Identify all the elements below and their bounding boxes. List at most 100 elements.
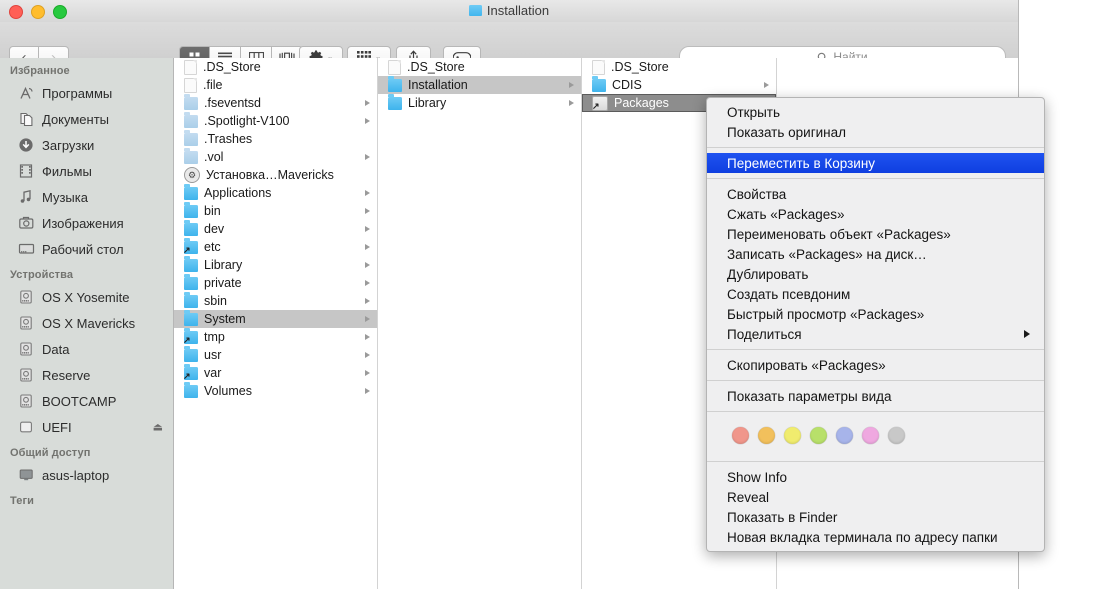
chevron-right-icon bbox=[365, 262, 370, 268]
tag-swatch-green[interactable] bbox=[810, 427, 827, 444]
list-item[interactable]: .Trashes bbox=[174, 130, 377, 148]
menu-item-new-terminal-tab[interactable]: Новая вкладка терминала по адресу папки bbox=[707, 527, 1044, 547]
document-icon bbox=[184, 59, 197, 75]
folder-icon bbox=[184, 220, 198, 236]
sidebar-item-os-x-yosemite[interactable]: OS X Yosemite bbox=[0, 284, 173, 310]
list-item-selected-installation[interactable]: Installation bbox=[378, 76, 581, 94]
menu-item-show-view-options[interactable]: Показать параметры вида bbox=[707, 386, 1044, 406]
column-system[interactable]: .DS_Store Installation Library bbox=[378, 58, 582, 589]
chevron-right-icon bbox=[365, 226, 370, 232]
folder-icon bbox=[184, 346, 198, 362]
menu-item-burn-to-disc[interactable]: Записать «Packages» на диск… bbox=[707, 244, 1044, 264]
sidebar-item-documents[interactable]: Документы bbox=[0, 106, 173, 132]
sidebar-item-pictures[interactable]: Изображения bbox=[0, 210, 173, 236]
sidebar-item-data[interactable]: Data bbox=[0, 336, 173, 362]
sidebar-item-label: Документы bbox=[42, 111, 110, 127]
sidebar-item-asus-laptop[interactable]: asus-laptop bbox=[0, 462, 173, 488]
menu-item-duplicate[interactable]: Дублировать bbox=[707, 264, 1044, 284]
list-item[interactable]: ↗ var bbox=[174, 364, 377, 382]
menu-item-label: Быстрый просмотр «Packages» bbox=[727, 306, 925, 322]
list-item-selected-system[interactable]: System bbox=[174, 310, 377, 328]
sidebar-item-applications[interactable]: Программы bbox=[0, 80, 173, 106]
tag-swatch-blue[interactable] bbox=[836, 427, 853, 444]
file-name: private bbox=[204, 276, 242, 290]
list-item[interactable]: Volumes bbox=[174, 382, 377, 400]
list-item[interactable]: .file bbox=[174, 76, 377, 94]
column-root[interactable]: .DS_Store .file .fseventsd .Spotlight-V1… bbox=[174, 58, 378, 589]
list-item[interactable]: usr bbox=[174, 346, 377, 364]
folder-icon bbox=[184, 148, 198, 164]
menu-item-show-original[interactable]: Показать оригинал bbox=[707, 122, 1044, 142]
sidebar-item-bootcamp[interactable]: BOOTCAMP bbox=[0, 388, 173, 414]
file-name: .DS_Store bbox=[611, 60, 669, 74]
menu-item-show-in-finder[interactable]: Показать в Finder bbox=[707, 507, 1044, 527]
menu-item-share[interactable]: Поделиться bbox=[707, 324, 1044, 344]
sidebar-item-movies[interactable]: Фильмы bbox=[0, 158, 173, 184]
sidebar: Избранное Программы Документы Загрузки Ф… bbox=[0, 58, 174, 589]
folder-icon bbox=[184, 382, 198, 398]
folder-icon bbox=[388, 76, 402, 92]
hard-disk-icon bbox=[18, 393, 35, 409]
menu-item-rename[interactable]: Переименовать объект «Packages» bbox=[707, 224, 1044, 244]
file-name: usr bbox=[204, 348, 222, 362]
list-item[interactable]: .vol bbox=[174, 148, 377, 166]
sidebar-item-desktop[interactable]: Рабочий стол bbox=[0, 236, 173, 262]
context-menu[interactable]: Открыть Показать оригинал Переместить в … bbox=[706, 97, 1045, 552]
list-item[interactable]: ↗ etc bbox=[174, 238, 377, 256]
menu-item-move-to-trash[interactable]: Переместить в Корзину bbox=[707, 153, 1044, 173]
list-item[interactable]: Applications bbox=[174, 184, 377, 202]
sidebar-item-label: UEFI bbox=[42, 419, 72, 435]
eject-icon[interactable]: ⏏ bbox=[153, 421, 163, 434]
menu-item-reveal[interactable]: Reveal bbox=[707, 487, 1044, 507]
menu-item-show-info[interactable]: Show Info bbox=[707, 467, 1044, 487]
list-item[interactable]: .fseventsd bbox=[174, 94, 377, 112]
menu-item-open[interactable]: Открыть bbox=[707, 102, 1044, 122]
file-name: Packages bbox=[614, 96, 669, 110]
list-item[interactable]: bin bbox=[174, 202, 377, 220]
menu-separator bbox=[707, 461, 1044, 462]
hard-disk-icon bbox=[18, 367, 35, 383]
list-item[interactable]: .DS_Store bbox=[582, 58, 776, 76]
list-item[interactable]: dev bbox=[174, 220, 377, 238]
installer-icon: ⚙ bbox=[184, 167, 200, 183]
tag-swatch-purple[interactable] bbox=[862, 427, 879, 444]
sidebar-item-downloads[interactable]: Загрузки bbox=[0, 132, 173, 158]
sidebar-item-uefi[interactable]: UEFI ⏏ bbox=[0, 414, 173, 440]
sidebar-item-label: asus-laptop bbox=[42, 467, 110, 483]
list-item[interactable]: private bbox=[174, 274, 377, 292]
file-name: Library bbox=[408, 96, 447, 110]
sidebar-item-label: OS X Mavericks bbox=[42, 315, 136, 331]
list-item[interactable]: .DS_Store bbox=[378, 58, 581, 76]
list-item[interactable]: .Spotlight-V100 bbox=[174, 112, 377, 130]
sidebar-item-reserve[interactable]: Reserve bbox=[0, 362, 173, 388]
document-icon bbox=[592, 59, 605, 75]
sidebar-item-os-x-mavericks[interactable]: OS X Mavericks bbox=[0, 310, 173, 336]
menu-item-make-alias[interactable]: Создать псевдоним bbox=[707, 284, 1044, 304]
list-item[interactable]: ↗ tmp bbox=[174, 328, 377, 346]
menu-separator bbox=[707, 147, 1044, 148]
menu-item-quick-look[interactable]: Быстрый просмотр «Packages» bbox=[707, 304, 1044, 324]
list-item[interactable]: ⚙ Установка…Mavericks bbox=[174, 166, 377, 184]
folder-icon bbox=[592, 76, 606, 92]
chevron-right-icon bbox=[365, 334, 370, 340]
list-item[interactable]: .DS_Store bbox=[174, 58, 377, 76]
sidebar-item-label: Data bbox=[42, 341, 70, 357]
document-icon bbox=[184, 77, 197, 93]
tag-swatch-red[interactable] bbox=[732, 427, 749, 444]
sidebar-item-music[interactable]: Музыка bbox=[0, 184, 173, 210]
menu-item-get-info[interactable]: Свойства bbox=[707, 184, 1044, 204]
list-item[interactable]: Library bbox=[378, 94, 581, 112]
removable-disk-icon bbox=[18, 419, 35, 435]
list-item[interactable]: sbin bbox=[174, 292, 377, 310]
list-item[interactable]: Library bbox=[174, 256, 377, 274]
menu-item-copy[interactable]: Скопировать «Packages» bbox=[707, 355, 1044, 375]
tag-swatch-gray[interactable] bbox=[888, 427, 905, 444]
chevron-right-icon bbox=[365, 118, 370, 124]
file-name: System bbox=[204, 312, 246, 326]
tag-swatch-orange[interactable] bbox=[758, 427, 775, 444]
menu-item-label: Создать псевдоним bbox=[727, 286, 851, 302]
menu-item-compress[interactable]: Сжать «Packages» bbox=[707, 204, 1044, 224]
list-item[interactable]: CDIS bbox=[582, 76, 776, 94]
tag-swatch-yellow[interactable] bbox=[784, 427, 801, 444]
file-name: .vol bbox=[204, 150, 224, 164]
